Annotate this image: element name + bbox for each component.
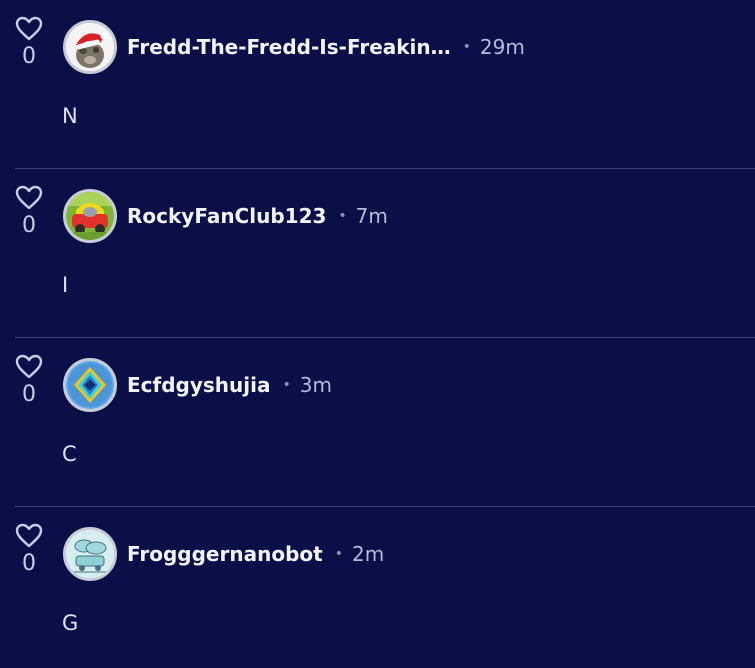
separator-dot: • [334,546,343,562]
like-button[interactable]: 0 [14,523,44,575]
comment-header: RockyFanClub123 • 7m [127,201,388,231]
comment-item: 0 Ecfdgyshujia • 3m C [0,338,755,507]
like-count: 0 [22,213,36,238]
like-count: 0 [22,551,36,576]
cloud-sketch-avatar-icon [66,530,114,578]
timestamp: 7m [355,204,388,228]
comment-item: 0 Fredd-The-Fredd-Is-Freakin… • 29m N [0,0,755,169]
username-link[interactable]: Ecfdgyshujia [127,373,270,397]
user-avatar[interactable] [63,189,117,243]
toy-car-avatar-icon [66,192,114,240]
like-count: 0 [22,44,36,69]
comment-header: Ecfdgyshujia • 3m [127,370,332,400]
user-avatar[interactable] [63,358,117,412]
heart-icon[interactable] [15,16,43,42]
dog-santa-hat-avatar-icon [66,23,114,71]
username-link[interactable]: RockyFanClub123 [127,204,326,228]
username-link[interactable]: Frogggernanobot [127,542,323,566]
separator-dot: • [338,208,347,224]
username-link[interactable]: Fredd-The-Fredd-Is-Freakin… [127,35,451,59]
separator-dot: • [462,39,471,55]
user-avatar[interactable] [63,527,117,581]
comment-header: Frogggernanobot • 2m [127,539,384,569]
timestamp: 2m [351,542,385,566]
heart-icon[interactable] [15,185,43,211]
user-avatar[interactable] [63,20,117,74]
comment-item: 0 Frogggernanobot • 2m G [0,507,755,668]
comment-text: G [62,611,79,635]
comment-feed: 0 Fredd-The-Fredd-Is-Freakin… • 29m N 0 … [0,0,755,668]
separator-dot: • [282,377,291,393]
timestamp: 29m [479,35,525,59]
comment-item: 0 RockyFanClub123 • 7m I [0,169,755,338]
comment-text: N [62,104,78,128]
heart-icon[interactable] [15,523,43,549]
blue-diamond-avatar-icon [66,361,114,409]
like-button[interactable]: 0 [14,16,44,68]
comment-text: I [62,273,69,297]
timestamp: 3m [299,373,332,397]
heart-icon[interactable] [15,354,43,380]
like-button[interactable]: 0 [14,185,44,237]
comment-text: C [62,442,77,466]
like-button[interactable]: 0 [14,354,44,406]
like-count: 0 [22,382,36,407]
comment-header: Fredd-The-Fredd-Is-Freakin… • 29m [127,32,525,62]
